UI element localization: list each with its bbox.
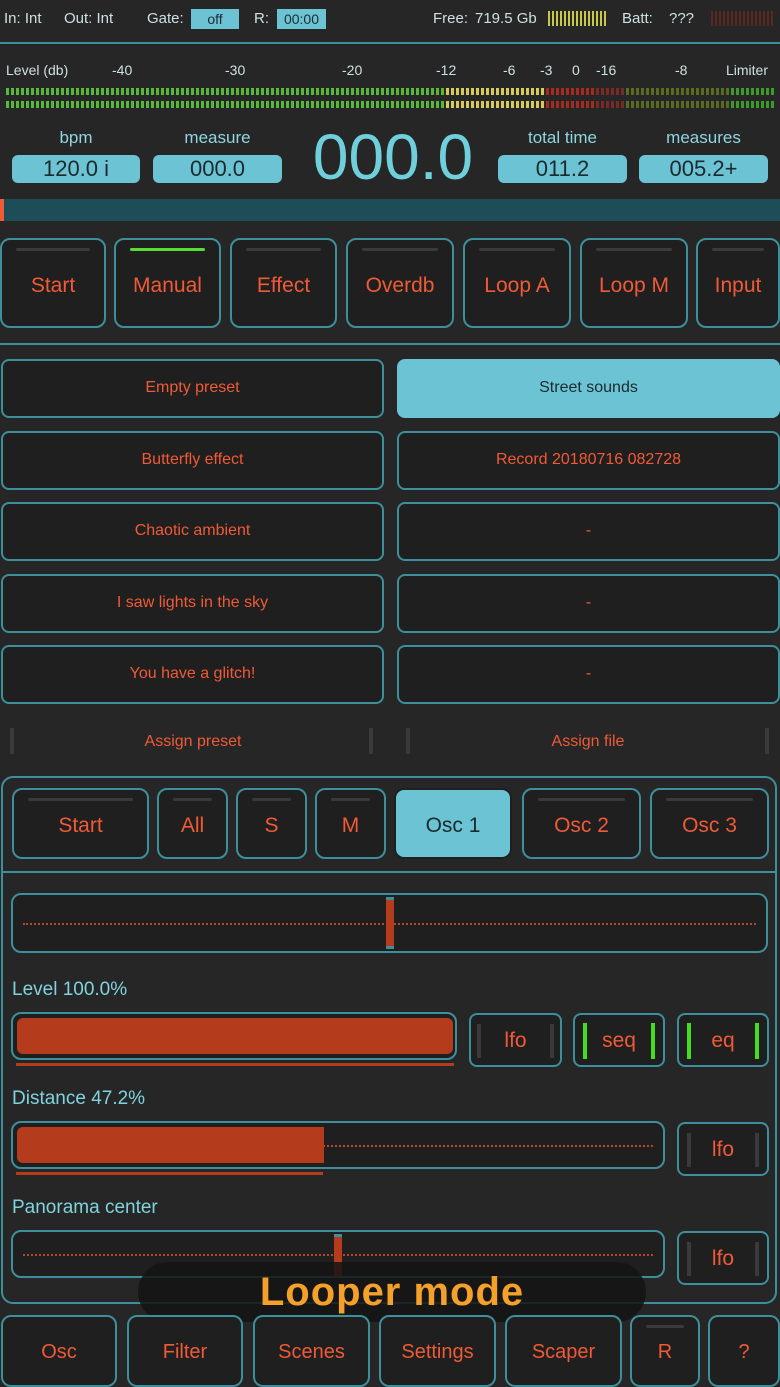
preset-slot[interactable]: You have a glitch! [1,645,384,704]
file-slot[interactable]: - [397,574,780,633]
free-label: Free: [433,10,469,27]
meter-tick: -40 [112,62,133,78]
osc-tab-start[interactable]: Start [12,788,149,859]
distance-underline [16,1172,323,1175]
panorama-label: Panorama center [12,1197,158,1218]
osc-tab-all[interactable]: All [157,788,228,859]
meter-tick: Limiter [726,62,769,78]
mode-button-manual[interactable]: Manual [114,238,221,328]
gate-toggle[interactable]: off [191,9,239,29]
bottom-tab-settings[interactable]: Settings [379,1315,496,1387]
mode-button-effect[interactable]: Effect [230,238,337,328]
meter-tick: 0 [572,62,580,78]
record-timer: 00:00 [277,9,326,29]
level-label: Level 100.0% [12,979,128,1000]
distance-slider-fill [17,1127,324,1163]
level-eq-button[interactable]: eq [677,1013,769,1067]
record-label: R: [254,10,269,27]
osc-tab-m[interactable]: M [315,788,386,859]
bottom-tab-r[interactable]: R [630,1315,700,1387]
preset-slot[interactable]: I saw lights in the sky [1,574,384,633]
meter-label: Level (db) [6,62,69,78]
measures-field[interactable]: 005.2+ [639,155,768,183]
measure-label: measure [184,128,251,147]
meter-tick: -20 [342,62,363,78]
distance-lfo-button[interactable]: lfo [677,1122,769,1176]
distance-label: Distance 47.2% [12,1088,146,1109]
meter-tick: -16 [596,62,617,78]
level-underline [16,1063,454,1066]
meter-tick: -6 [503,62,516,78]
divider [0,343,780,345]
assign-preset-edge-icon [369,728,373,754]
preset-slot[interactable]: Chaotic ambient [1,502,384,561]
position-slider-handle[interactable] [385,897,394,949]
battery-label: Batt: [622,10,653,27]
meter-tick: -8 [675,62,688,78]
main-time-display: 000.0 [312,121,474,193]
free-space: 719.5 Gb [475,10,537,27]
distance-slider[interactable] [11,1121,665,1169]
assign-preset-button[interactable]: Assign preset [12,733,374,751]
assign-file-button[interactable]: Assign file [408,733,768,751]
level-seq-button[interactable]: seq [573,1013,665,1067]
level-slider-fill [17,1018,453,1054]
preset-slot[interactable]: Butterfly effect [1,431,384,490]
file-slot-selected[interactable]: Street sounds [397,359,780,418]
meter-tick: -30 [225,62,246,78]
measures-label: measures [666,128,741,147]
gate-label: Gate: [147,10,184,27]
playback-progress[interactable] [0,199,780,221]
file-slot[interactable]: - [397,502,780,561]
divider [0,42,780,44]
progress-marker [0,199,4,221]
osc-tab-s[interactable]: S [236,788,307,859]
osc-tab-osc-1[interactable]: Osc 1 [394,788,512,859]
level-slider[interactable] [11,1012,457,1060]
disk-meter-icon [548,11,606,26]
meter-tick: -12 [436,62,457,78]
meter-tick: -3 [540,62,553,78]
total-time-field[interactable]: 011.2 [498,155,627,183]
bottom-tab-scenes[interactable]: Scenes [253,1315,370,1387]
mode-toast: Looper mode [138,1262,646,1322]
level-lfo-button[interactable]: lfo [469,1013,562,1067]
osc-tab-osc-3[interactable]: Osc 3 [650,788,769,859]
level-meter-left [6,88,776,95]
osc-tab-osc-2[interactable]: Osc 2 [522,788,641,859]
bottom-tab-scaper[interactable]: Scaper [505,1315,622,1387]
measure-field[interactable]: 000.0 [153,155,282,183]
bpm-field[interactable]: 120.0 i [12,155,140,183]
bpm-label: bpm [59,128,93,147]
assign-file-edge-icon [765,728,769,754]
output-status: Out: Int [64,10,114,27]
battery-meter-icon [711,11,773,26]
file-slot[interactable]: Record 20180716 082728 [397,431,780,490]
level-meter-right [6,101,776,108]
input-status: In: Int [4,10,42,27]
battery-value: ??? [669,10,695,27]
position-slider[interactable] [11,893,768,953]
mode-button-overdub[interactable]: Overdb [346,238,454,328]
mode-button-input[interactable]: Input [696,238,780,328]
bottom-tab-filter[interactable]: Filter [127,1315,243,1387]
bottom-tab-osc[interactable]: Osc [1,1315,117,1387]
file-slot[interactable]: - [397,645,780,704]
mode-button-loop-a[interactable]: Loop A [463,238,571,328]
divider [3,871,775,873]
total-time-label: total time [528,128,597,147]
mode-button-start[interactable]: Start [0,238,106,328]
preset-slot[interactable]: Empty preset [1,359,384,418]
mode-button-loop-m[interactable]: Loop M [580,238,688,328]
panorama-lfo-button[interactable]: lfo [677,1231,769,1285]
bottom-tab-help[interactable]: ? [708,1315,780,1387]
